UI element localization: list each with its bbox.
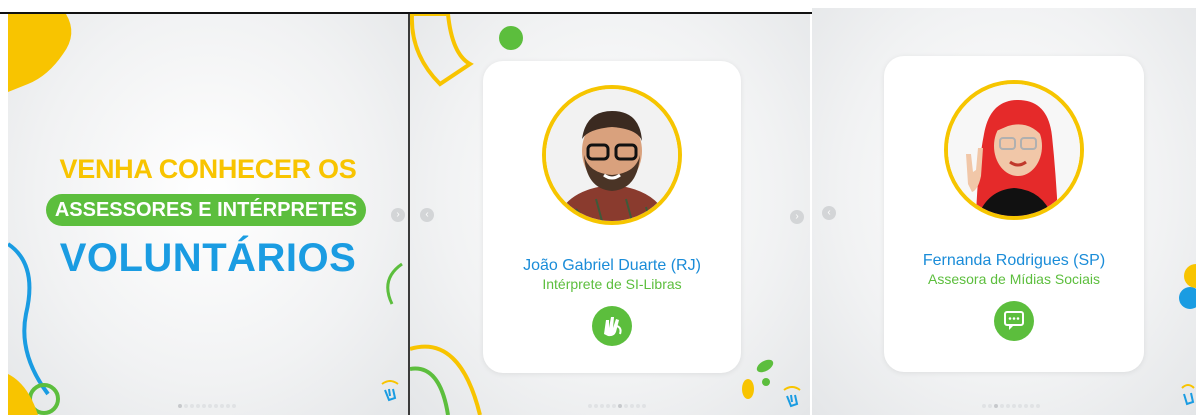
pagination-dots [982, 404, 1040, 408]
prev-arrow-button[interactable]: ‹ [420, 208, 434, 222]
profile-role: Intérprete de SI-Libras [542, 276, 682, 292]
headline-line-2: ASSESSORES E INTÉRPRETES [46, 194, 366, 226]
hand-logo-icon [783, 386, 801, 408]
sign-language-icon [592, 306, 632, 346]
chat-bubble-icon [994, 301, 1034, 341]
hand-logo-icon [381, 380, 399, 402]
profile-name: Fernanda Rodrigues (SP) [922, 252, 1106, 269]
carousel-slide-fernanda[interactable]: ‹ Fernanda Rodrigues (SP) Assesora de Mí… [812, 8, 1196, 415]
profile-photo [944, 80, 1084, 220]
carousel-slide-intro[interactable]: VENHA CONHECER OS ASSESSORES E INTÉRPRET… [8, 14, 408, 415]
pagination-dots [178, 404, 236, 408]
profile-photo [542, 85, 682, 225]
pagination-dots [588, 404, 646, 408]
profile-card: Fernanda Rodrigues (SP) Assesora de Mídi… [884, 56, 1144, 372]
profile-name: João Gabriel Duarte (RJ) [523, 257, 701, 274]
profile-role: Assesora de Mídias Sociais [928, 271, 1100, 287]
prev-arrow-button[interactable]: ‹ [822, 206, 836, 220]
profile-card: João Gabriel Duarte (RJ) Intérprete de S… [483, 61, 741, 373]
headline-line-3: VOLUNTÁRIOS [59, 236, 357, 280]
next-arrow-button[interactable]: › [391, 208, 405, 222]
headline-line-1: VENHA CONHECER OS [59, 154, 357, 184]
hand-logo-icon [1181, 384, 1195, 406]
next-arrow-button[interactable]: › [790, 210, 804, 224]
carousel-slide-joao[interactable]: ‹ João Gabriel Duarte (RJ) Intérprete de… [410, 14, 810, 415]
